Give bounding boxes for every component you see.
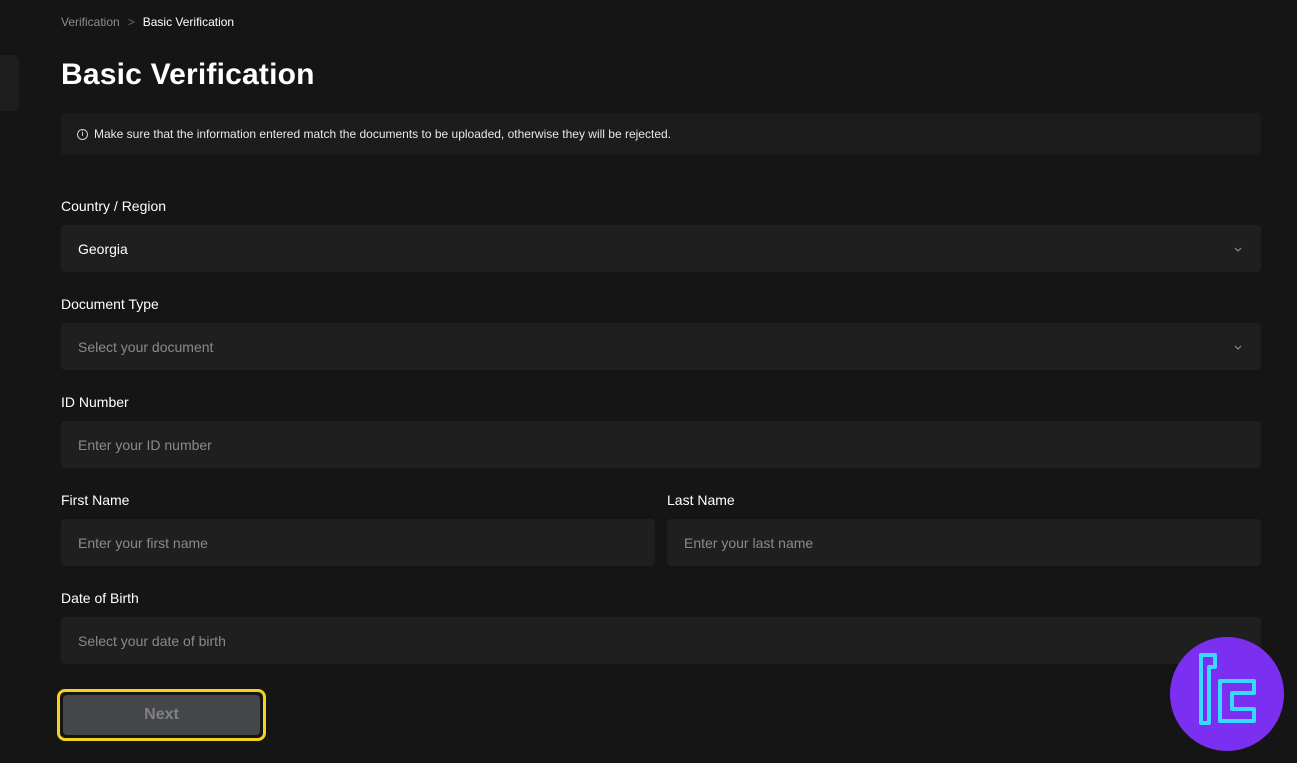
last-name-label: Last Name (667, 492, 735, 508)
logo-glyph (1199, 653, 1256, 725)
page-title: Basic Verification (61, 58, 315, 91)
last-name-input[interactable] (684, 534, 1244, 551)
country-select[interactable]: Georgia (61, 225, 1261, 272)
info-icon: i (77, 128, 88, 140)
country-value: Georgia (78, 240, 128, 257)
chevron-down-icon (1234, 247, 1242, 252)
date-of-birth-picker[interactable]: Select your date of birth (61, 617, 1261, 664)
first-name-input[interactable] (78, 534, 638, 551)
sidebar-collapse-tab[interactable] (0, 55, 19, 111)
chevron-down-icon (1234, 345, 1242, 350)
last-name-field (667, 519, 1261, 566)
notice-text: Make sure that the information entered m… (94, 127, 671, 141)
id-number-input[interactable] (78, 436, 1244, 453)
next-button[interactable]: Next (57, 689, 266, 741)
breadcrumb-verification-link[interactable]: Verification (61, 15, 120, 29)
id-number-field (61, 421, 1261, 468)
tc-logo-icon (1170, 637, 1284, 751)
document-type-select[interactable]: Select your document (61, 323, 1261, 370)
first-name-field (61, 519, 655, 566)
breadcrumb-current: Basic Verification (142, 15, 235, 29)
next-button-label: Next (63, 695, 260, 735)
document-type-placeholder: Select your document (78, 338, 214, 355)
notice-banner: i Make sure that the information entered… (61, 113, 1261, 155)
document-type-label: Document Type (61, 296, 159, 312)
country-label: Country / Region (61, 198, 167, 214)
breadcrumb: Verification > Basic Verification (61, 15, 234, 29)
date-of-birth-placeholder: Select your date of birth (78, 632, 226, 649)
first-name-label: First Name (61, 492, 130, 508)
date-of-birth-label: Date of Birth (61, 590, 139, 606)
id-number-label: ID Number (61, 394, 129, 410)
breadcrumb-separator-icon: > (127, 15, 135, 29)
